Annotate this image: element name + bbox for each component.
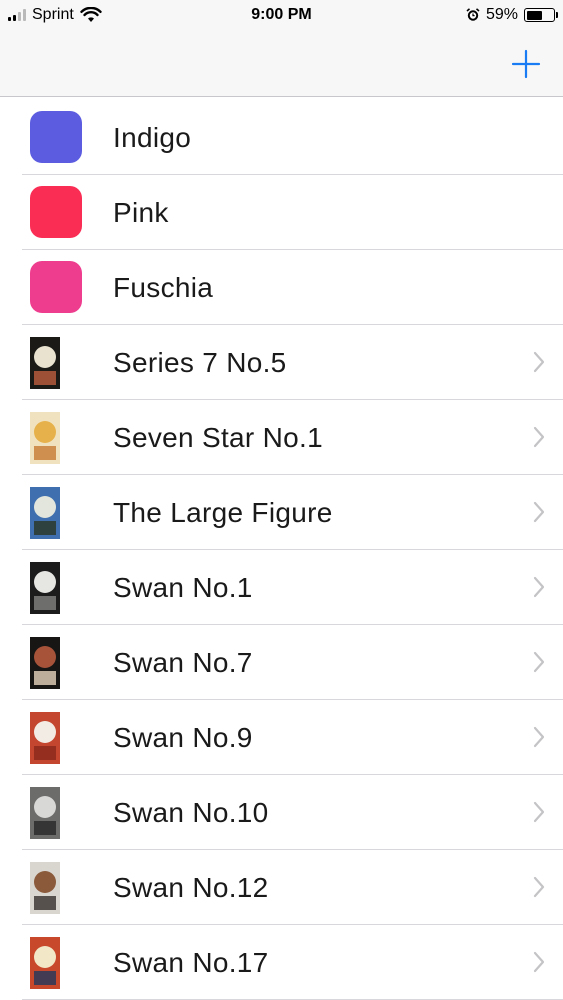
chevron-right-icon	[533, 501, 545, 523]
list-item[interactable]: Swan No.7	[22, 625, 563, 700]
list-item-label: Swan No.9	[113, 722, 253, 753]
chevron-right-icon	[533, 726, 545, 748]
color-swatch	[30, 186, 82, 238]
artwork-thumbnail	[30, 937, 60, 989]
list-item-label: Seven Star No.1	[113, 422, 323, 453]
list-item[interactable]: Swan No.1	[22, 550, 563, 625]
chevron-right-icon	[533, 801, 545, 823]
list-item-label: Swan No.12	[113, 872, 269, 903]
list-item[interactable]: Swan No.10	[22, 775, 563, 850]
status-bar: Sprint 9:00 PM 59%	[0, 0, 563, 32]
list-item-label: Swan No.1	[113, 572, 253, 603]
chevron-right-icon	[533, 951, 545, 973]
list-item[interactable]: The Large Figure	[22, 475, 563, 550]
list-item-label: Swan No.17	[113, 947, 269, 978]
artwork-thumbnail	[30, 637, 60, 689]
items-list: Indigo Pink Fuschia Series 7 No.5 Seven Star…	[0, 100, 563, 1000]
list-item-label: Fuschia	[113, 272, 214, 303]
color-swatch	[30, 261, 82, 313]
status-right: 59%	[466, 6, 558, 24]
battery-level	[526, 10, 542, 20]
artwork-thumbnail	[30, 712, 60, 764]
list-item[interactable]: Fuschia	[22, 250, 563, 325]
battery-icon	[524, 8, 558, 22]
navigation-bar	[0, 32, 563, 97]
list-item[interactable]: Swan No.17	[22, 925, 563, 1000]
list-item-label: Series 7 No.5	[113, 347, 287, 378]
chevron-right-icon	[533, 876, 545, 898]
chevron-right-icon	[533, 426, 545, 448]
list-item-label: The Large Figure	[113, 497, 333, 528]
list-item[interactable]: Indigo	[22, 100, 563, 175]
list-item-label: Pink	[113, 197, 169, 228]
chevron-right-icon	[533, 651, 545, 673]
chevron-right-icon	[533, 576, 545, 598]
artwork-thumbnail	[30, 862, 60, 914]
list-item[interactable]: Swan No.9	[22, 700, 563, 775]
list-item[interactable]: Seven Star No.1	[22, 400, 563, 475]
artwork-thumbnail	[30, 337, 60, 389]
artwork-thumbnail	[30, 787, 60, 839]
plus-icon[interactable]	[511, 49, 541, 79]
list-item-label: Indigo	[113, 122, 192, 153]
color-swatch	[30, 111, 82, 163]
chevron-right-icon	[533, 351, 545, 373]
list-item[interactable]: Pink	[22, 175, 563, 250]
alarm-icon	[466, 8, 480, 21]
list-item-label: Swan No.7	[113, 647, 253, 678]
list-item[interactable]: Series 7 No.5	[22, 325, 563, 400]
artwork-thumbnail	[30, 562, 60, 614]
battery-percent: 59%	[485, 6, 518, 23]
artwork-thumbnail	[30, 487, 60, 539]
artwork-thumbnail	[30, 412, 60, 464]
list-item-label: Swan No.10	[113, 797, 269, 828]
list-item[interactable]: Swan No.12	[22, 850, 563, 925]
